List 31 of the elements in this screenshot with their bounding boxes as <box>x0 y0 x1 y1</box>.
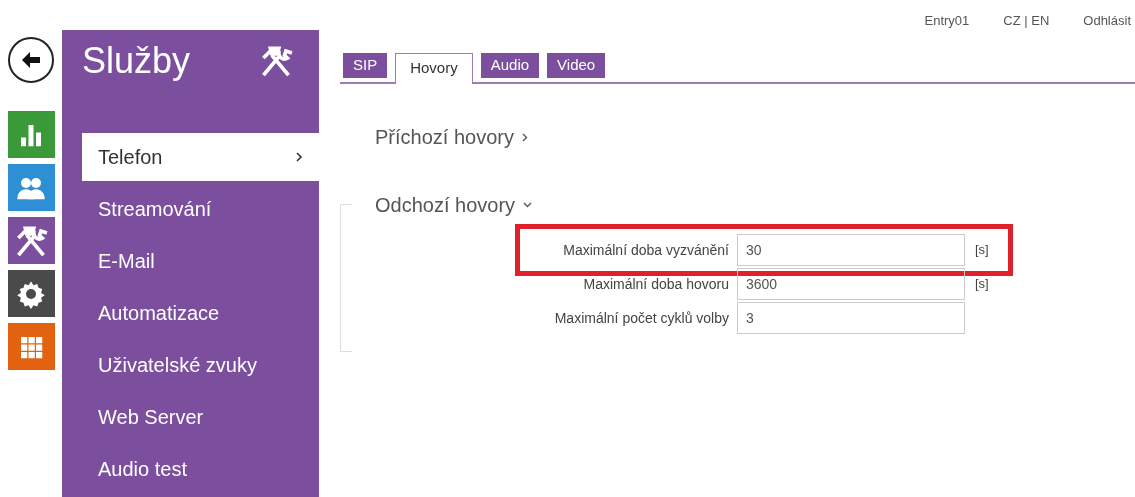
header-link[interactable]: CZ | EN <box>1003 11 1050 30</box>
field-label: Maximální počet cyklů volby <box>553 308 730 328</box>
input-field[interactable]: 3 <box>737 302 965 334</box>
sidebar-item[interactable]: Uživatelské zvuky <box>82 341 319 389</box>
sidebar-title: Služby <box>82 42 191 79</box>
section-header[interactable]: Odchozí hovory <box>375 190 516 220</box>
tab[interactable]: Audio <box>480 53 540 78</box>
header-link[interactable]: Odhlásit <box>1083 11 1131 30</box>
sidebar-item[interactable]: Web Server <box>82 393 319 441</box>
unit-label: [s] <box>975 275 989 294</box>
app-icon-button[interactable] <box>7 217 55 264</box>
tab[interactable]: Video <box>547 53 606 78</box>
sidebar-item[interactable]: Telefon <box>82 133 319 181</box>
input-field[interactable]: 3600 <box>737 268 965 300</box>
chevron-right-icon <box>295 151 303 163</box>
sidebar-item[interactable]: E-Mail <box>82 237 319 285</box>
sidebar-item[interactable]: Streamování <box>82 185 319 233</box>
app-icon-button[interactable] <box>7 270 55 317</box>
hammer-wrench-icon <box>259 43 293 78</box>
section-header[interactable]: Příchozí hovory <box>375 122 514 152</box>
tab[interactable]: SIP <box>343 53 388 78</box>
tab[interactable]: Hovory <box>395 53 473 84</box>
sidebar-item[interactable]: Automatizace <box>82 289 319 337</box>
header-link[interactable]: Entry01 <box>924 11 970 30</box>
sidebar-item[interactable]: Audio test <box>82 445 319 493</box>
hammer-wrench-icon <box>14 223 48 258</box>
back-button[interactable] <box>8 37 54 83</box>
field-label: Maximální doba hovoru <box>582 274 730 294</box>
input-field[interactable]: 30 <box>737 234 965 266</box>
unit-label: [s] <box>975 241 989 260</box>
field-label: Maximální doba vyzvánění <box>562 240 730 260</box>
